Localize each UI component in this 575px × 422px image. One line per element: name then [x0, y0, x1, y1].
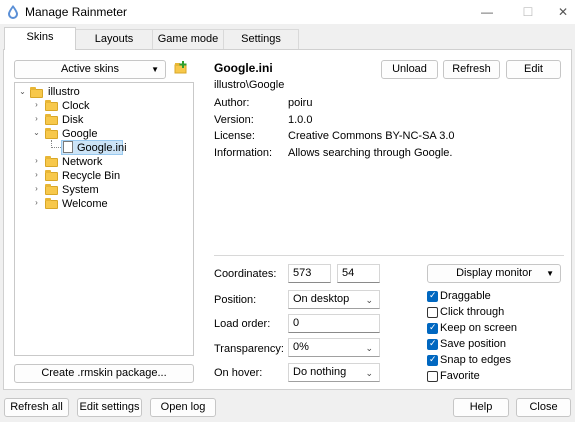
position-select[interactable]: On desktop ⌄ [288, 290, 380, 309]
folder-icon [45, 198, 58, 209]
tree-node-google-ini[interactable]: Google.ini [15, 140, 193, 155]
close-window-button[interactable]: ✕ [543, 0, 575, 24]
tree-label: Network [62, 156, 103, 168]
chevron-right-icon[interactable]: › [32, 198, 41, 207]
edit-button[interactable]: Edit [506, 60, 561, 79]
folder-icon [30, 87, 43, 98]
author-label: Author: [214, 97, 250, 109]
load-order-label: Load order: [214, 318, 271, 330]
refresh-all-button[interactable]: Refresh all [4, 398, 69, 417]
tree-label: Google.ini [77, 142, 127, 154]
tab-skins[interactable]: Skins [4, 27, 76, 50]
skins-tree[interactable]: ⌄ illustro › Clock › Disk ⌄ Google Googl… [14, 82, 194, 356]
chevron-right-icon[interactable]: › [32, 114, 41, 123]
help-button[interactable]: Help [453, 398, 509, 417]
caret-down-icon: ▼ [546, 269, 554, 278]
tree-label: Disk [62, 114, 84, 126]
transparency-label: Transparency: [214, 343, 284, 355]
refresh-button[interactable]: Refresh [443, 60, 500, 79]
chevron-right-icon[interactable]: › [32, 156, 41, 165]
rainmeter-logo-icon [8, 5, 18, 19]
tab-game-mode[interactable]: Game mode [152, 29, 224, 49]
load-order-field[interactable]: 0 [288, 314, 380, 333]
folder-icon [45, 156, 58, 167]
caret-down-icon: ▼ [151, 65, 159, 74]
save-position-label: Save position [440, 338, 507, 350]
folder-icon [45, 128, 58, 139]
folder-icon [45, 170, 58, 181]
draggable-label: Draggable [440, 290, 491, 302]
version-value: 1.0.0 [288, 114, 313, 126]
save-position-checkbox[interactable] [427, 338, 438, 350]
chevron-down-icon: ⌄ [365, 343, 373, 353]
maximize-icon: ☐ [522, 5, 534, 19]
tree-label: Google [62, 128, 98, 140]
minimize-icon: — [481, 5, 493, 19]
skin-name: Google.ini [214, 61, 273, 75]
folder-icon [45, 114, 58, 125]
click-through-checkbox[interactable] [427, 307, 438, 318]
tab-settings[interactable]: Settings [223, 29, 299, 49]
chevron-down-icon[interactable]: ⌄ [18, 87, 27, 96]
active-skins-dropdown[interactable]: Active skins ▼ [14, 60, 166, 79]
tree-label-illustro: illustro [48, 86, 80, 98]
folder-icon [45, 100, 58, 111]
tree-connector [51, 140, 61, 148]
skin-path: illustro\Google [214, 79, 285, 91]
tree-label: Clock [62, 100, 90, 112]
information-value: Allows searching through Google. [288, 147, 453, 159]
transparency-select[interactable]: 0% ⌄ [288, 338, 380, 357]
chevron-down-icon: ⌄ [365, 295, 373, 305]
display-monitor-label: Display monitor [456, 267, 532, 279]
position-label: Position: [214, 294, 257, 306]
snap-to-edges-label: Snap to edges [440, 354, 511, 366]
coordinates-label: Coordinates: [214, 268, 277, 280]
edit-settings-button[interactable]: Edit settings [77, 398, 142, 417]
tree-label: Recycle Bin [62, 170, 121, 182]
chevron-right-icon[interactable]: › [32, 184, 41, 193]
keep-on-screen-checkbox[interactable] [427, 322, 438, 334]
close-icon: ✕ [557, 5, 569, 19]
folder-icon [45, 184, 58, 195]
active-skins-label: Active skins [60, 63, 120, 75]
coord-y-field[interactable]: 54 [337, 264, 380, 283]
snap-to-edges-checkbox[interactable] [427, 354, 438, 366]
license-label: License: [214, 130, 255, 142]
favorite-checkbox[interactable] [427, 371, 438, 382]
chevron-right-icon[interactable]: › [32, 170, 41, 179]
license-value: Creative Commons BY-NC-SA 3.0 [288, 130, 455, 142]
add-folder-icon[interactable] [174, 61, 188, 75]
chevron-down-icon: ⌄ [365, 368, 373, 378]
title-bar: Manage Rainmeter — ☐ ✕ [0, 0, 575, 24]
close-button[interactable]: Close [516, 398, 571, 417]
unload-button[interactable]: Unload [381, 60, 438, 79]
click-through-label: Click through [440, 306, 505, 318]
tree-label: System [62, 184, 99, 196]
divider [214, 255, 564, 256]
ini-file-icon [63, 141, 73, 153]
version-label: Version: [214, 114, 254, 126]
tree-label: Welcome [62, 198, 108, 210]
keep-on-screen-label: Keep on screen [440, 322, 518, 334]
maximize-button[interactable]: ☐ [508, 0, 548, 24]
transparency-value: 0% [293, 341, 309, 353]
information-label: Information: [214, 147, 273, 159]
tab-layouts[interactable]: Layouts [75, 29, 153, 49]
author-value: poiru [288, 97, 313, 109]
create-rmskin-button[interactable]: Create .rmskin package... [14, 364, 194, 383]
chevron-right-icon[interactable]: › [32, 100, 41, 109]
on-hover-select[interactable]: Do nothing ⌄ [288, 363, 380, 382]
display-monitor-dropdown[interactable]: Display monitor ▼ [427, 264, 561, 283]
coord-x-field[interactable]: 573 [288, 264, 331, 283]
minimize-button[interactable]: — [467, 0, 507, 24]
on-hover-label: On hover: [214, 367, 263, 379]
favorite-label: Favorite [440, 370, 480, 382]
open-log-button[interactable]: Open log [150, 398, 216, 417]
position-value: On desktop [293, 293, 350, 305]
chevron-down-icon[interactable]: ⌄ [32, 128, 41, 137]
draggable-checkbox[interactable] [427, 290, 438, 302]
on-hover-value: Do nothing [293, 366, 347, 378]
window-title: Manage Rainmeter [25, 5, 128, 19]
